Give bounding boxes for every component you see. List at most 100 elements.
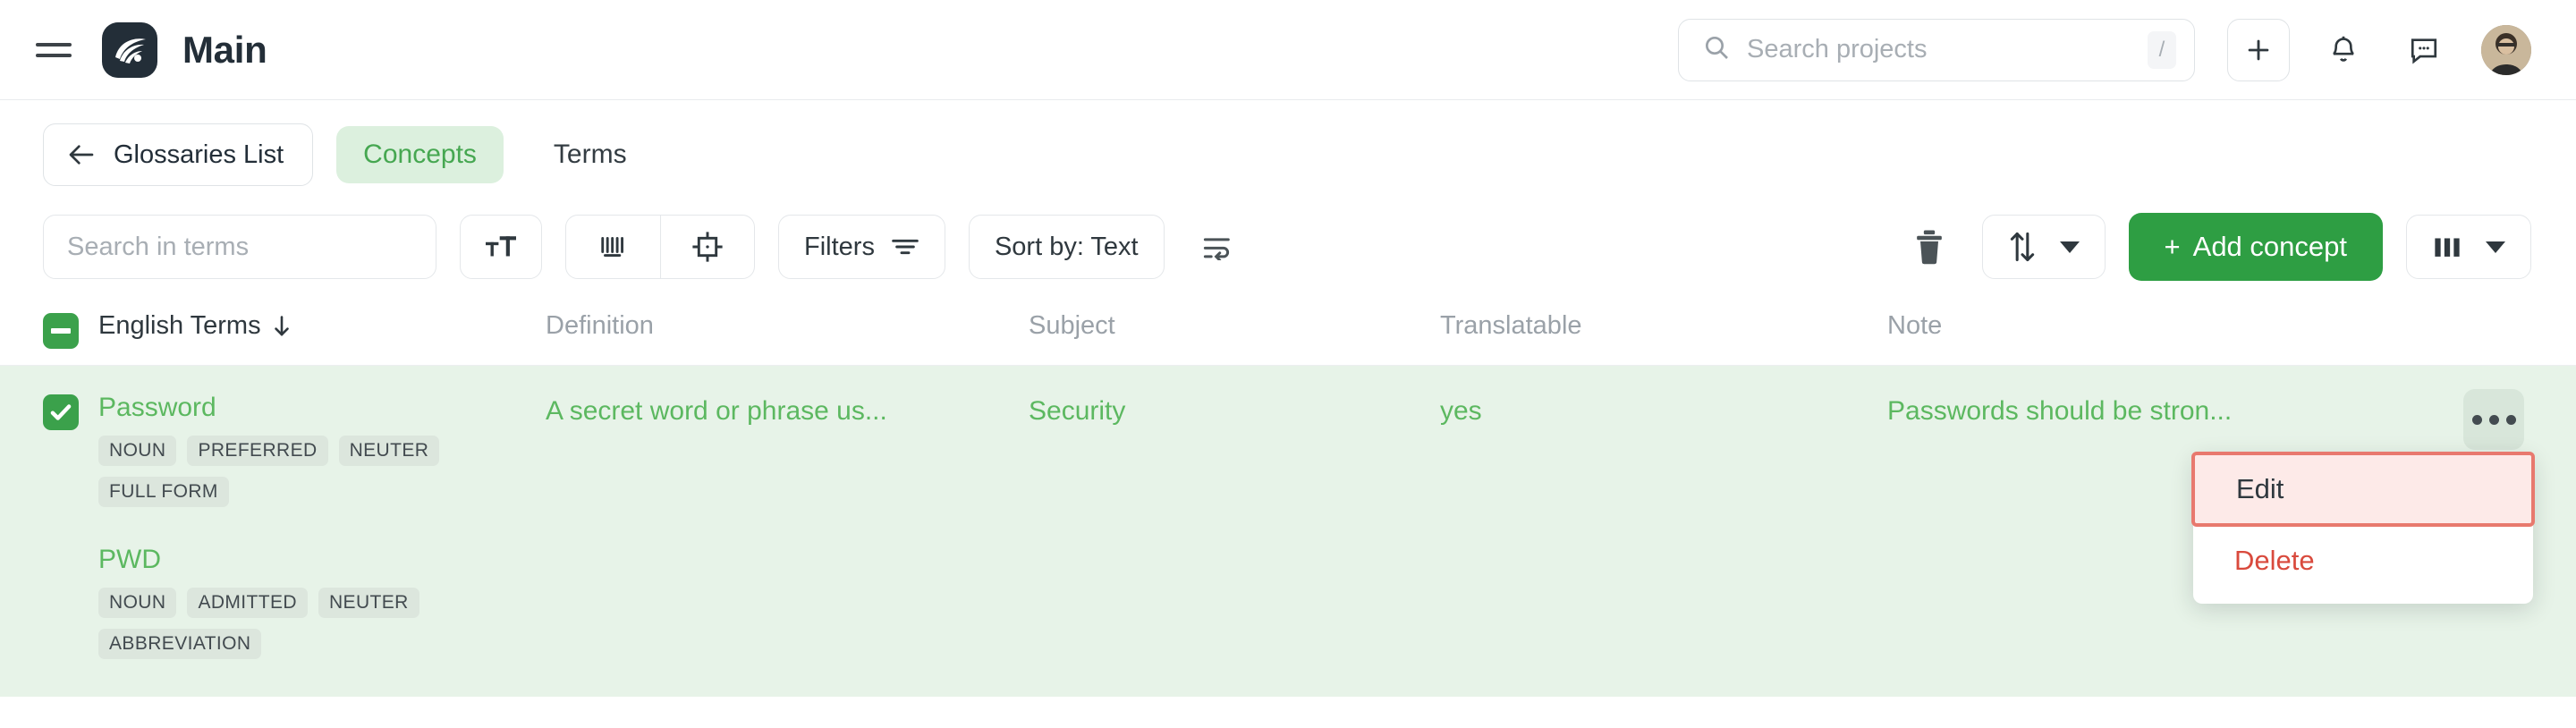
term-tags: NOUN ADMITTED NEUTER ABBREVIATION [98, 588, 474, 659]
glossaries-list-label: Glossaries List [114, 140, 284, 169]
column-label-text: Translatable [1440, 311, 1582, 340]
search-input[interactable] [1747, 35, 2148, 64]
translatable-value: yes [1440, 396, 1482, 426]
column-header-translatable[interactable]: Translatable [1440, 311, 1887, 341]
hamburger-icon[interactable] [36, 35, 75, 65]
term-tag: NOUN [98, 588, 177, 618]
term-tag: NOUN [98, 436, 177, 466]
row-subject-cell: Security [1029, 393, 1440, 427]
column-header-english-terms[interactable]: English Terms [98, 311, 546, 341]
row-terms-cell: Password NOUN PREFERRED NEUTER FULL FORM… [98, 393, 546, 659]
search-icon [1702, 33, 1731, 66]
ellipsis-dot [2505, 414, 2516, 425]
project-search[interactable]: / [1678, 18, 2195, 81]
bell-icon [2333, 36, 2354, 62]
search-in-terms-input[interactable] [43, 215, 436, 279]
logo-glyph [115, 38, 146, 63]
definition-value[interactable]: A secret word or phrase us... [546, 393, 1029, 427]
messages-button[interactable] [2397, 23, 2451, 77]
filters-button[interactable]: Filters [778, 215, 945, 279]
select-all-cell [43, 311, 98, 349]
avatar-image [2481, 24, 2531, 75]
crosshair-frame-icon [692, 232, 723, 262]
chevron-down-icon [2059, 241, 2080, 253]
create-new-button[interactable] [2227, 18, 2290, 81]
term-name-link[interactable]: Password [98, 393, 546, 423]
crosshair-view-button[interactable] [660, 216, 754, 278]
search-shortcut-badge: / [2148, 30, 2176, 69]
select-all-checkbox[interactable] [43, 313, 79, 349]
column-label-text: English Terms [98, 311, 261, 340]
menu-item-edit[interactable]: Edit [2191, 452, 2535, 527]
notifications-button[interactable] [2317, 23, 2370, 77]
tab-concepts[interactable]: Concepts [336, 126, 504, 183]
row-translatable-cell: yes [1440, 393, 1887, 427]
glossaries-list-button[interactable]: Glossaries List [43, 123, 314, 186]
terms-toolbar: Filters Sort by: Text + Add concep [0, 186, 2576, 281]
term-tags: NOUN PREFERRED NEUTER FULL FORM [98, 436, 474, 507]
term-tag: ADMITTED [187, 588, 308, 618]
term-name-link[interactable]: PWD [98, 545, 546, 575]
app-header: Main / [0, 0, 2576, 100]
menu-item-edit-label: Edit [2236, 473, 2284, 504]
column-label-text: Definition [546, 311, 654, 340]
delete-selected-button[interactable] [1900, 217, 1959, 276]
tab-terms-label: Terms [553, 140, 627, 169]
barcode-icon [600, 237, 623, 257]
menu-item-delete[interactable]: Delete [2193, 527, 2533, 595]
columns-button[interactable] [2406, 215, 2531, 279]
arrow-left-icon [69, 145, 94, 165]
tab-terms[interactable]: Terms [527, 126, 654, 183]
avatar[interactable] [2481, 24, 2531, 75]
sort-by-button[interactable]: Sort by: Text [968, 215, 1165, 279]
tab-concepts-label: Concepts [363, 140, 477, 169]
term-tag: NEUTER [318, 588, 419, 618]
column-label-text: Subject [1029, 311, 1115, 340]
term-tag: ABBREVIATION [98, 629, 262, 659]
import-export-button[interactable] [1981, 215, 2106, 279]
column-header-label: English Terms [98, 311, 292, 341]
ellipsis-dot [2488, 414, 2499, 425]
checkbox-check-mark [50, 404, 72, 420]
hamburger-bar [36, 42, 72, 47]
ellipsis-dot [2471, 414, 2482, 425]
sort-updown-icon [2010, 232, 2034, 262]
trash-icon [1916, 230, 1942, 265]
filter-icon [892, 239, 919, 255]
row-select-cell [43, 393, 98, 430]
text-wrap-button[interactable] [1188, 217, 1247, 276]
secondary-nav: Glossaries List Concepts Terms [0, 100, 2576, 186]
row-actions-button[interactable] [2463, 389, 2524, 450]
chevron-down-icon [2486, 241, 2505, 253]
columns-icon [2435, 238, 2460, 257]
chat-icon [2411, 38, 2437, 64]
add-concept-button[interactable]: + Add concept [2128, 213, 2383, 281]
barcode-view-button[interactable] [566, 216, 660, 278]
sort-by-label: Sort by: Text [994, 232, 1139, 261]
term-entry: PWD NOUN ADMITTED NEUTER ABBREVIATION [98, 545, 546, 659]
page-title: Main [182, 28, 267, 71]
text-wrap-icon [1203, 238, 1230, 260]
table-row[interactable]: Password NOUN PREFERRED NEUTER FULL FORM… [0, 366, 2576, 697]
column-header-definition[interactable]: Definition [546, 311, 1029, 341]
add-concept-label: Add concept [2192, 231, 2347, 262]
column-label-text: Note [1887, 311, 1943, 340]
menu-item-delete-label: Delete [2234, 545, 2315, 576]
text-size-icon [486, 236, 516, 257]
subject-value[interactable]: Security [1029, 393, 1440, 427]
column-header-subject[interactable]: Subject [1029, 311, 1440, 341]
row-definition-cell: A secret word or phrase us... [546, 393, 1029, 427]
arrow-down-icon [274, 315, 289, 335]
plus-icon [2248, 39, 2269, 60]
filters-label: Filters [804, 232, 875, 261]
view-mode-group [565, 215, 755, 279]
app-logo-icon[interactable] [102, 21, 157, 78]
terms-table: English Terms Definition Subject Transla… [0, 311, 2576, 697]
text-size-button[interactable] [460, 215, 542, 279]
hamburger-bar [36, 53, 72, 57]
checkbox-indeterminate-mark [51, 328, 71, 334]
column-header-note[interactable]: Note [1887, 311, 2576, 341]
row-checkbox[interactable] [43, 394, 79, 430]
table-header-row: English Terms Definition Subject Transla… [0, 311, 2576, 366]
row-context-menu: Edit Delete [2191, 452, 2535, 604]
